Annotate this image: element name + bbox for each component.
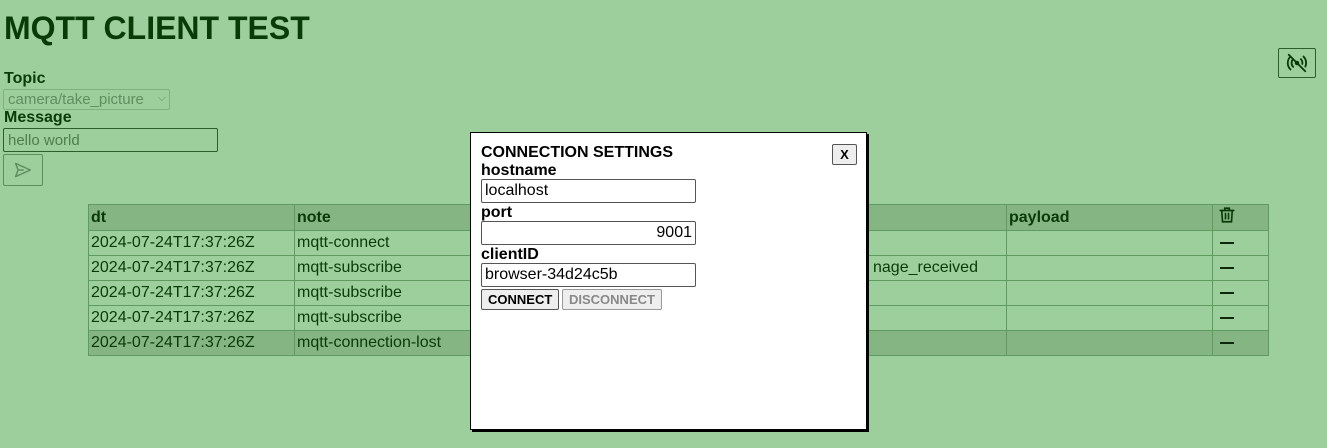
minus-icon bbox=[1220, 266, 1234, 269]
port-input[interactable] bbox=[481, 221, 696, 245]
close-dialog-button[interactable]: X bbox=[832, 144, 857, 165]
minus-icon bbox=[1220, 291, 1234, 294]
hostname-label: hostname bbox=[481, 162, 557, 179]
cell-dt: 2024-07-24T17:37:26Z bbox=[88, 280, 295, 306]
cell-payload bbox=[1006, 280, 1213, 306]
disconnect-button[interactable]: DISCONNECT bbox=[562, 289, 662, 310]
cell-note-text: mqtt-connect bbox=[297, 234, 390, 251]
send-button[interactable] bbox=[3, 154, 43, 186]
connection-settings-button[interactable] bbox=[1278, 48, 1316, 78]
column-header-payload: payload bbox=[1006, 204, 1213, 231]
remove-row-button[interactable] bbox=[1212, 330, 1269, 356]
dialog-title: CONNECTION SETTINGS bbox=[481, 144, 674, 161]
cell-note-text: mqtt-subscribe bbox=[297, 284, 402, 301]
cell-note-text: mqtt-subscribe bbox=[297, 259, 402, 276]
minus-icon bbox=[1220, 241, 1234, 244]
clientid-input[interactable] bbox=[481, 263, 696, 287]
connection-settings-dialog: CONNECTION SETTINGS X hostname port clie… bbox=[470, 132, 867, 430]
cell-payload bbox=[1006, 305, 1213, 331]
topic-selected-value: camera/take_picture bbox=[8, 91, 144, 108]
minus-icon bbox=[1220, 341, 1234, 344]
cell-note-text: mqtt-subscribe bbox=[297, 309, 402, 326]
clear-log-button[interactable] bbox=[1212, 204, 1269, 231]
hostname-input[interactable] bbox=[481, 179, 696, 203]
message-label: Message bbox=[4, 109, 72, 126]
trash-icon bbox=[1218, 206, 1236, 230]
cell-dt: 2024-07-24T17:37:26Z bbox=[88, 255, 295, 281]
remove-row-button[interactable] bbox=[1212, 255, 1269, 281]
remove-row-button[interactable] bbox=[1212, 305, 1269, 331]
broadcast-off-icon bbox=[1286, 52, 1308, 74]
clientid-label: clientID bbox=[481, 246, 539, 263]
connect-button[interactable]: CONNECT bbox=[481, 289, 560, 310]
remove-row-button[interactable] bbox=[1212, 230, 1269, 256]
topic-select[interactable]: camera/take_picture ⌵ bbox=[3, 89, 170, 110]
cell-topic-text: nage_received bbox=[873, 259, 978, 276]
topic-label: Topic bbox=[4, 70, 46, 87]
cell-payload bbox=[1006, 230, 1213, 256]
cell-payload bbox=[1006, 330, 1213, 356]
app-root: MQTT CLIENT TEST Topic camera/take_pictu… bbox=[0, 0, 1327, 448]
send-icon bbox=[13, 161, 33, 179]
cell-dt: 2024-07-24T17:37:26Z bbox=[88, 230, 295, 256]
cell-dt: 2024-07-24T17:37:26Z bbox=[88, 305, 295, 331]
remove-row-button[interactable] bbox=[1212, 280, 1269, 306]
cell-note-text: mqtt-connection-lost bbox=[297, 334, 442, 351]
page-title: MQTT CLIENT TEST bbox=[4, 10, 310, 46]
cell-dt: 2024-07-24T17:37:26Z bbox=[88, 330, 295, 356]
message-input[interactable] bbox=[3, 128, 218, 152]
port-label: port bbox=[481, 204, 513, 221]
column-header-dt: dt bbox=[88, 204, 295, 231]
chevron-down-icon: ⌵ bbox=[157, 92, 166, 104]
cell-payload bbox=[1006, 255, 1213, 281]
minus-icon bbox=[1220, 316, 1234, 319]
